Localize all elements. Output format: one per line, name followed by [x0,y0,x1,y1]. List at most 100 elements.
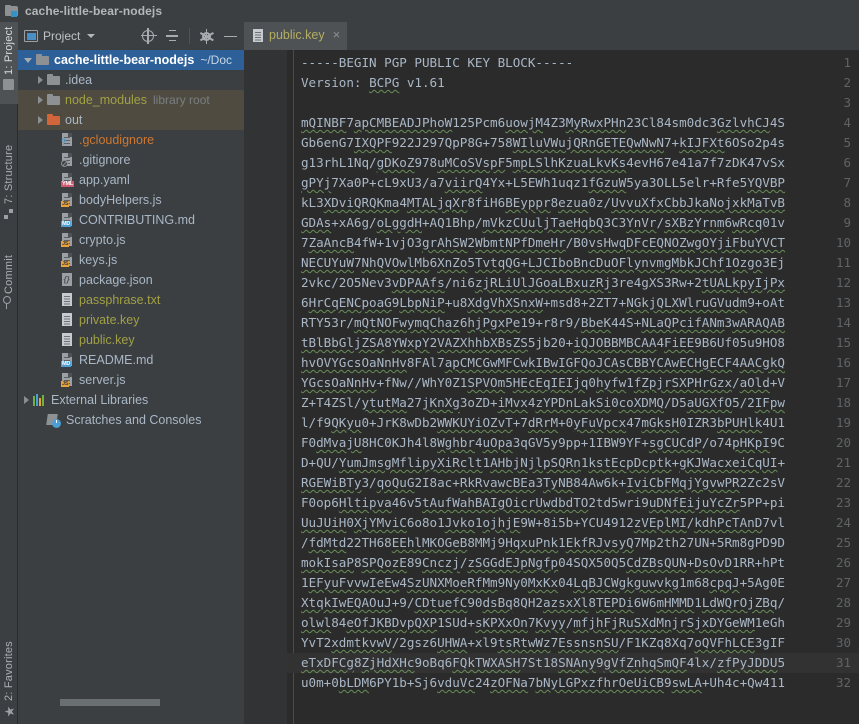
code-line: Gb6enG7IXQPF922J297QpP8G+758WIluVWujQRnG… [301,135,785,150]
code-line: /fdMtd22TH68EEhlMKOGeB8MMj9HqxuPnk1EkfRJ… [301,535,785,550]
tree-item-scratches-and-consoles[interactable]: Scratches and Consoles [18,410,244,430]
code-line: kL3XDviQRQKma4MTALjqXr8fiH6BEyppr8ezua0z… [301,195,785,210]
code-line: 1EFyuFvvwIeEw4SzUNXMoeRfMm9Ny0MxKx04LqBJ… [301,575,785,590]
tree-item-label: keys.js [79,253,117,267]
tree-item-label: bodyHelpers.js [79,193,162,207]
tree-item-label: .gitignore [79,153,130,167]
tree-item-label: .idea [65,73,92,87]
close-icon[interactable]: × [333,29,341,41]
tree-item-passphrase-txt[interactable]: passphrase.txt [18,290,244,310]
md-file-icon: MD [61,213,74,227]
editor-tab-public-key[interactable]: public.key × [244,22,347,50]
chevron-right-icon[interactable] [38,76,43,84]
tree-item-gitignore[interactable]: .gitignore [18,150,244,170]
tree-item-node-modules[interactable]: node_moduleslibrary root [18,90,244,110]
toolbar-divider [189,28,190,44]
project-tree-hscroll-thumb[interactable] [60,699,160,706]
libraries-icon [33,394,46,406]
tree-item-package-json[interactable]: {}package.json [18,270,244,290]
text-file-icon [61,313,74,327]
window-title-bar: cache-little-bear-nodejs [0,0,859,22]
js-file-icon: JS [61,253,74,267]
tree-item-bodyhelpers-js[interactable]: JS bodyHelpers.js [18,190,244,210]
tree-item-label: private.key [79,313,139,327]
chevron-right-icon[interactable] [38,96,43,104]
gear-icon[interactable] [199,29,214,44]
project-folder-icon [5,5,19,18]
js-file-icon: JS [61,193,74,207]
tree-item-private-key[interactable]: private.key [18,310,244,330]
code-line: YvT2xdmtkvwV/2gsz6UHWA+xl9tsRtwWz7Essnsn… [301,635,785,650]
tree-item-contributing-md[interactable]: MDCONTRIBUTING.md [18,210,244,230]
tree-item-server-js[interactable]: JSserver.js [18,370,244,390]
js-file-icon: JS [61,233,74,247]
folder-icon [47,73,60,87]
tree-item-suffix: ~/Doc [200,53,232,67]
text-file-icon [61,293,74,307]
tree-item-label: README.md [79,353,153,367]
tree-item-label: out [65,113,82,127]
project-tool-window: Project cache-little-bear-nodejs ~/Doc .id… [18,22,244,724]
tree-item-readme-md[interactable]: MDREADME.md [18,350,244,370]
tree-item-label: app.yaml [79,173,130,187]
code-line: XtqkIwEQAOuJ+9/CDtuefC90dsBq8QH2azsxXl8T… [301,595,785,610]
tool-button-structure[interactable]: 7: Structure [0,140,18,240]
tree-item-idea[interactable]: .idea [18,70,244,90]
code-line: g13rhL1Nq/gDKoZ978uMCoSVspF5mpLSlhKzuaLk… [301,155,785,170]
editor-area: public.key × 123456789101112131415161718… [244,22,859,724]
code-line: mokIsaP8SPQozE89Cnczj/zSGGdEJpNgfp04SQX5… [301,555,785,570]
chevron-down-icon[interactable] [24,58,32,63]
editor-tab-bar: public.key × [244,22,859,50]
gutter-separator [293,50,294,724]
chevron-down-icon [87,34,95,38]
editor-tab-label: public.key [269,28,325,42]
tree-item-app-yaml[interactable]: YMLapp.yaml [18,170,244,190]
tool-button-commit[interactable]: Commit [0,250,18,330]
left-tool-strip: 1: Project 7: Structure Commit ★ 2: Favo… [0,22,18,724]
project-tree-hscroll-track[interactable] [36,708,262,715]
project-view-selector[interactable]: Project [18,29,95,43]
tree-item-out[interactable]: out [18,110,244,130]
code-line: eTxDFCg8ZjHdXHc9oBq6FQkTWXASH7St18SNAny9… [301,655,785,670]
code-line: mQINBF7apCMBEADJPhoW125Pcm6uowjM4Z3MyRwx… [301,115,785,130]
js-file-icon: JS [61,373,74,387]
chevron-right-icon[interactable] [38,116,43,124]
tree-item-external-libraries[interactable]: External Libraries [18,390,244,410]
commit-icon [4,298,15,309]
tree-item-gcloudignore[interactable]: ?.gcloudignore [18,130,244,150]
code-line: olwl84eOfJKBDvpQXP1SUd+sKPXxOn7Kvyy/mfjh… [301,615,785,630]
tree-item-keys-js[interactable]: JS keys.js [18,250,244,270]
minus-icon[interactable] [223,29,238,44]
code-editor[interactable]: 1234567891011121314151617181920212223242… [244,50,859,724]
code-line: l/f9QKyu0+JrK8wDb2WWKUYiOZvT+7dRrM+0yFuV… [301,415,785,430]
code-line: RGEWiBTy3/qoQuG2I8ac+RkRvawcBEa3TyNB84Aw… [301,475,785,490]
project-view-icon [24,30,38,42]
project-folder-icon [36,53,49,67]
tree-item-label: .gcloudignore [79,133,154,147]
code-line: UuJUiH0XjYMviC6o8o1Jvko1ojhjE9W+8i5b+YCU… [301,515,785,530]
tree-item-label: Scratches and Consoles [66,413,202,427]
tree-item-crypto-js[interactable]: JScrypto.js [18,230,244,250]
tool-button-project[interactable]: 1: Project [0,22,18,104]
code-line: gPYj7Xa0P+cL9xU3/a7viirQ4Yx+L5EWh1uqz1fG… [301,175,785,190]
tree-item-label: cache-little-bear-nodejs [54,53,194,67]
tree-item-label: public.key [79,333,135,347]
tree-item-suffix: library root [153,93,210,107]
star-icon: ★ [4,705,15,716]
code-text: -----BEGIN PGP PUBLIC KEY BLOCK----- Vers… [301,50,859,724]
gitignore-icon [61,153,74,167]
target-icon[interactable] [141,29,156,44]
chevron-right-icon[interactable] [24,396,29,404]
code-line: YGcsOaNnHv+fNw//WhY0Z1SPVOm5HEcEqIEIjq0h… [301,375,785,390]
tree-item-cache-little-bear-nodejs[interactable]: cache-little-bear-nodejs ~/Doc [18,50,244,70]
tree-item-label: passphrase.txt [79,293,160,307]
code-line: -----BEGIN PGP PUBLIC KEY BLOCK----- [301,55,573,70]
code-line: 7ZaAncB4fW+1vjO3grAhSW2WbmtNPfDmeHr/B0vs… [301,235,785,250]
tool-button-commit-label: Commit [3,255,15,294]
tool-button-favorites[interactable]: ★ 2: Favorites [0,636,18,724]
code-line: GDAs+xA6g/oLggdH+AQ1Bhp/mVkzCUuljTaeHqbQ… [301,215,785,230]
tree-item-public-key[interactable]: public.key [18,330,244,350]
collapse-all-icon[interactable] [165,29,180,44]
project-tree[interactable]: cache-little-bear-nodejs ~/Doc .idea node_m… [18,50,244,702]
code-line: Version: BCPG v1.61 [301,75,445,90]
